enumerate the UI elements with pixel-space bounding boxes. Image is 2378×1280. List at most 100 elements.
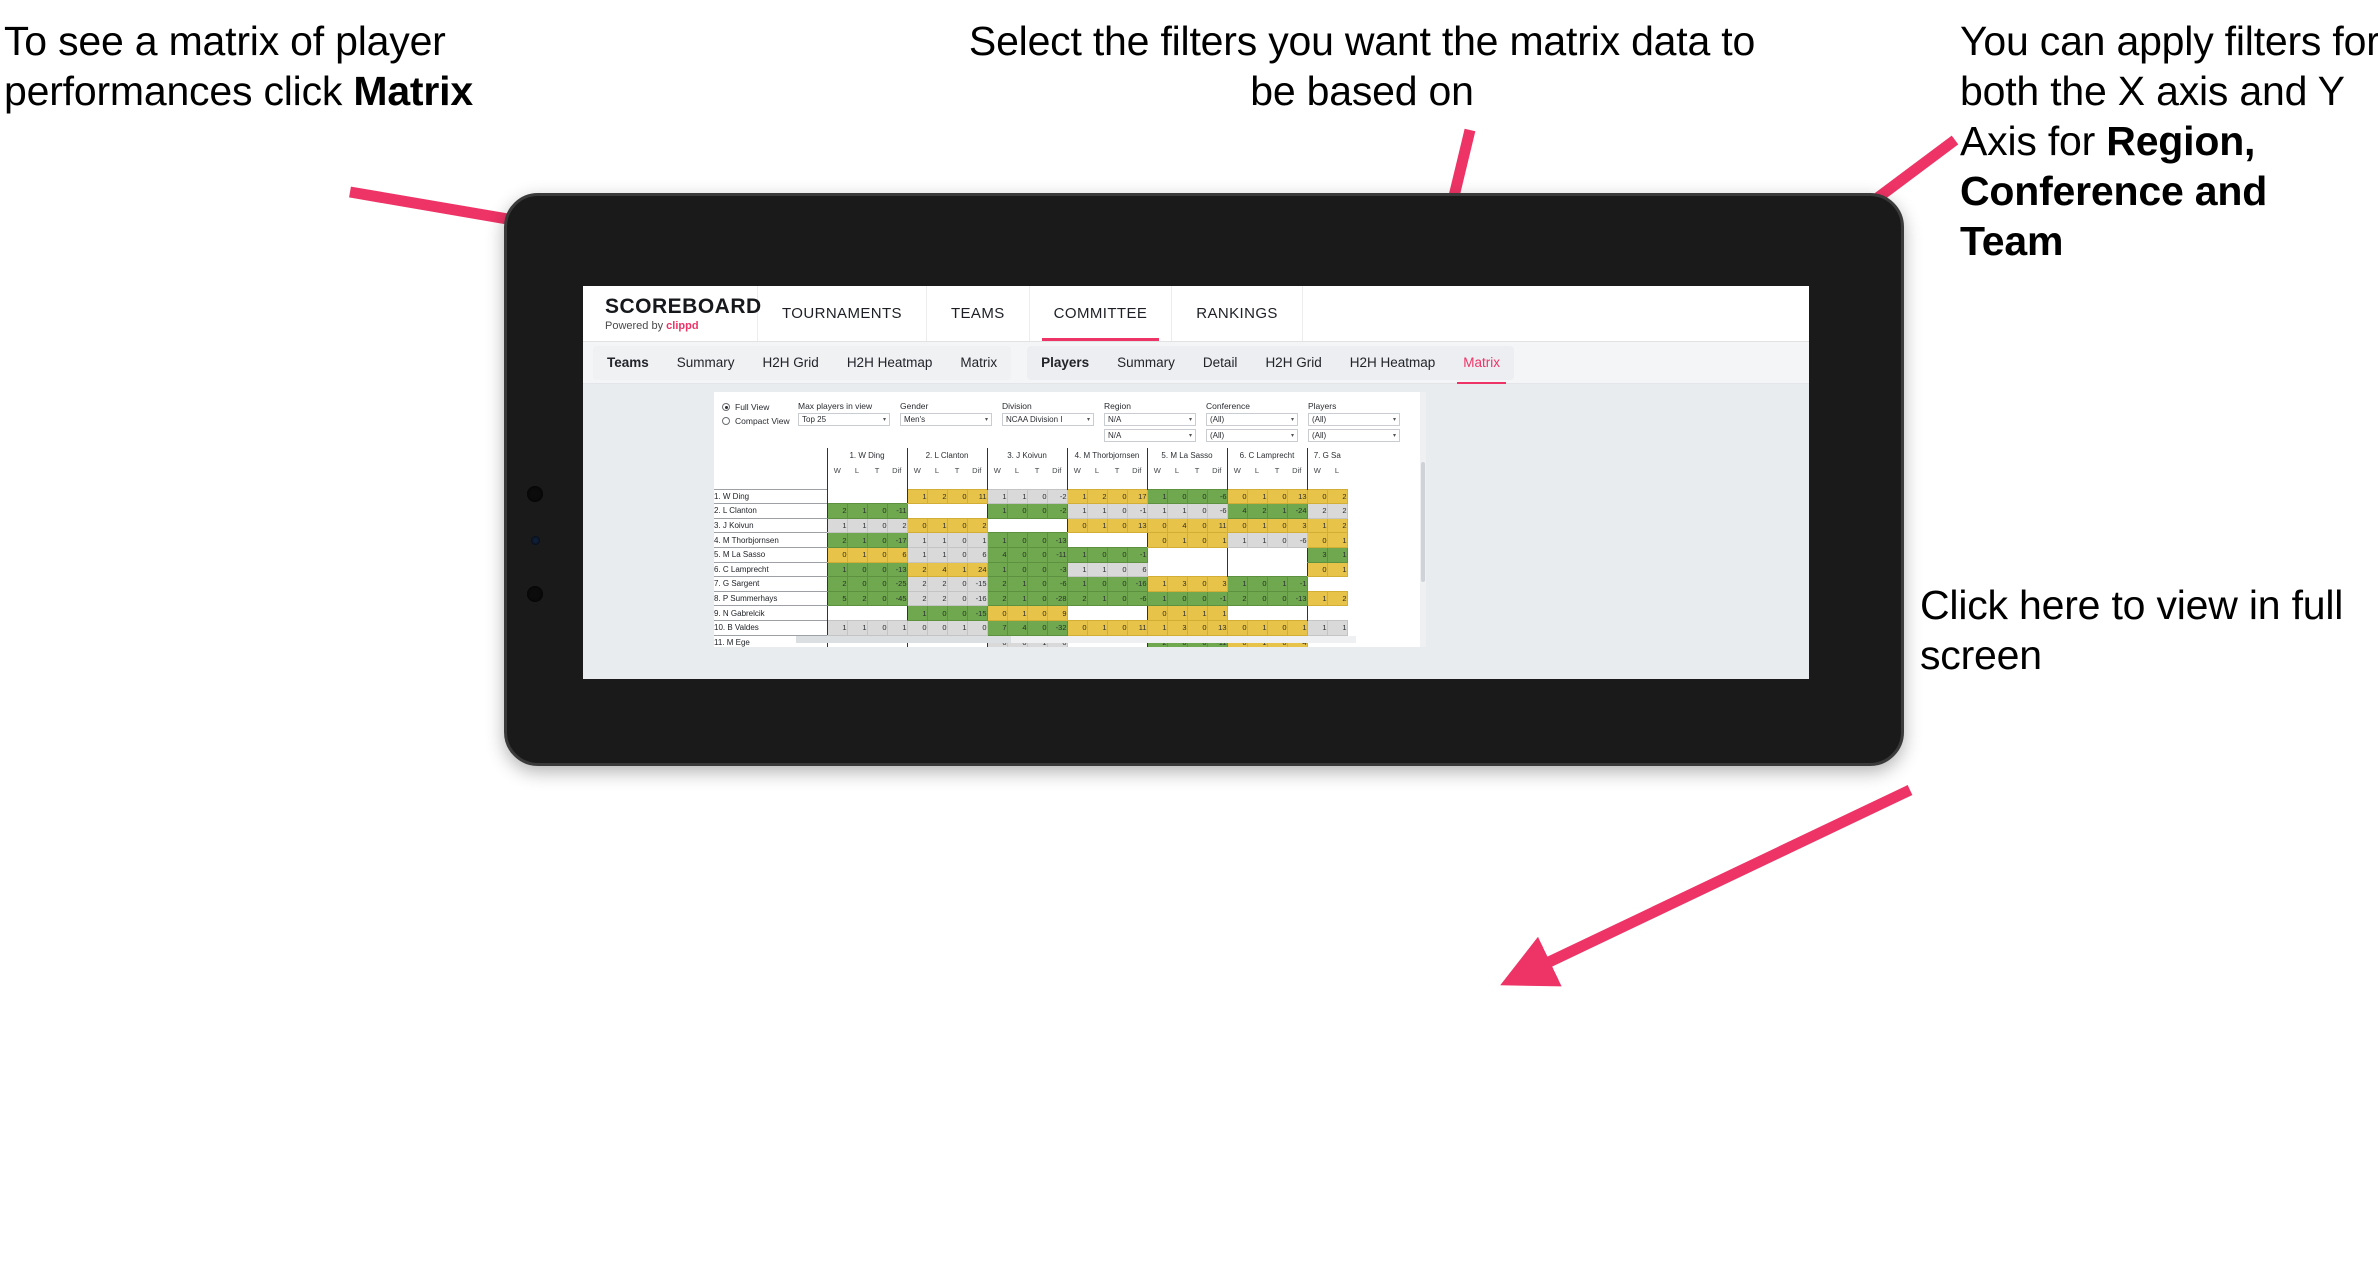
tab-players-h2h-grid[interactable]: H2H Grid bbox=[1251, 346, 1335, 380]
matrix-cell[interactable]: 0 bbox=[1266, 619, 1288, 636]
matrix-cell[interactable]: 1 bbox=[1146, 576, 1168, 592]
tab-teams-summary[interactable]: Summary bbox=[663, 346, 749, 380]
matrix-cell[interactable]: -3 bbox=[1046, 561, 1068, 578]
matrix-row-label[interactable]: 8. P Summerhays bbox=[714, 590, 827, 606]
matrix-cell[interactable]: 0 bbox=[1106, 546, 1128, 563]
matrix-cell[interactable]: 4 bbox=[1226, 503, 1248, 519]
matrix-cell[interactable]: 1 bbox=[1146, 619, 1168, 636]
matrix-cell[interactable]: 1 bbox=[1146, 488, 1168, 505]
matrix-cell[interactable] bbox=[1187, 562, 1207, 577]
matrix-cell[interactable]: 1 bbox=[986, 561, 1008, 578]
matrix-cell[interactable] bbox=[1226, 547, 1247, 563]
matrix-cell[interactable]: 0 bbox=[866, 503, 888, 519]
matrix-cell[interactable] bbox=[967, 503, 987, 519]
matrix-cell[interactable]: 1 bbox=[906, 488, 928, 505]
matrix-cell[interactable]: 0 bbox=[1006, 546, 1028, 563]
matrix-cell[interactable]: 0 bbox=[1226, 517, 1248, 534]
matrix-cell[interactable]: 3 bbox=[1166, 576, 1188, 592]
matrix-cell[interactable]: 0 bbox=[1026, 619, 1048, 636]
matrix-cell[interactable]: 0 bbox=[926, 619, 948, 636]
matrix-cell[interactable] bbox=[1327, 605, 1347, 621]
dropdown-players-y[interactable]: (All) ▾ bbox=[1308, 429, 1400, 442]
matrix-cell[interactable]: 1 bbox=[1066, 503, 1088, 519]
matrix-cell[interactable] bbox=[1247, 547, 1267, 563]
matrix-cell[interactable]: 0 bbox=[1186, 619, 1208, 636]
matrix-cell[interactable]: 0 bbox=[846, 561, 868, 578]
matrix-cell[interactable]: 1 bbox=[1146, 503, 1168, 519]
matrix-cell[interactable]: 1 bbox=[986, 532, 1008, 548]
matrix-cell[interactable]: 1 bbox=[826, 561, 848, 578]
matrix-cell[interactable] bbox=[1306, 605, 1327, 621]
matrix-cell[interactable]: 4 bbox=[1166, 517, 1188, 534]
tab-teams-h2h-heatmap[interactable]: H2H Heatmap bbox=[833, 346, 947, 380]
matrix-cell[interactable]: -13 bbox=[1286, 590, 1308, 607]
matrix-cell[interactable]: 0 bbox=[866, 546, 888, 563]
matrix-cell[interactable]: -1 bbox=[1126, 546, 1148, 563]
matrix-cell[interactable]: 3 bbox=[1286, 517, 1308, 534]
tab-players-detail[interactable]: Detail bbox=[1189, 346, 1252, 380]
matrix-cell[interactable]: 1 bbox=[826, 517, 848, 534]
matrix-cell[interactable] bbox=[1287, 562, 1307, 577]
matrix-cell[interactable]: 2 bbox=[1326, 488, 1348, 505]
matrix-cell[interactable]: 1 bbox=[1326, 532, 1348, 548]
matrix-cell[interactable]: -11 bbox=[1046, 546, 1068, 563]
matrix-cell[interactable]: 2 bbox=[906, 561, 928, 578]
matrix-cell[interactable]: 2 bbox=[1326, 503, 1348, 519]
matrix-row-label[interactable]: 2. L Clanton bbox=[714, 503, 827, 519]
matrix-cell[interactable]: 0 bbox=[1266, 488, 1288, 505]
matrix-cell[interactable]: 0 bbox=[1186, 488, 1208, 505]
matrix-cell[interactable]: 2 bbox=[926, 576, 948, 592]
matrix-cell[interactable] bbox=[887, 605, 907, 621]
matrix-cell[interactable] bbox=[927, 503, 947, 519]
matrix-cell[interactable]: 2 bbox=[1246, 503, 1268, 519]
matrix-cell[interactable]: 1 bbox=[1306, 590, 1328, 607]
matrix-cell[interactable]: 0 bbox=[906, 619, 928, 636]
dropdown-conference-x[interactable]: (All) ▾ bbox=[1206, 413, 1298, 426]
matrix-cell[interactable]: -25 bbox=[886, 576, 908, 592]
matrix-cell[interactable]: 1 bbox=[1066, 546, 1088, 563]
matrix-row-label[interactable]: 3. J Koivun bbox=[714, 517, 827, 533]
matrix-cell[interactable]: 3 bbox=[1166, 619, 1188, 636]
matrix-cell[interactable]: 0 bbox=[906, 517, 928, 534]
matrix-cell[interactable] bbox=[1066, 532, 1087, 548]
matrix-cell[interactable]: 0 bbox=[1106, 619, 1128, 636]
matrix-cell[interactable]: 1 bbox=[1006, 576, 1028, 592]
matrix-cell[interactable]: 2 bbox=[826, 576, 848, 592]
matrix-cell[interactable]: 0 bbox=[1006, 561, 1028, 578]
matrix-column-header[interactable]: 1. W Ding bbox=[826, 448, 907, 463]
matrix-column-header[interactable]: 6. C Lamprecht bbox=[1226, 448, 1307, 463]
matrix-cell[interactable]: 1 bbox=[1306, 619, 1328, 636]
matrix-cell[interactable]: 2 bbox=[926, 590, 948, 607]
matrix-cell[interactable]: 1 bbox=[1286, 619, 1308, 636]
matrix-cell[interactable]: 0 bbox=[1026, 532, 1048, 548]
matrix-cell[interactable] bbox=[1066, 605, 1087, 621]
matrix-cell[interactable]: 0 bbox=[866, 517, 888, 534]
matrix-cell[interactable]: 1 bbox=[946, 619, 968, 636]
matrix-cell[interactable]: 1 bbox=[1066, 488, 1088, 505]
matrix-cell[interactable]: 1 bbox=[1266, 503, 1288, 519]
matrix-cell[interactable]: 1 bbox=[1306, 517, 1328, 534]
matrix-cell[interactable]: 0 bbox=[1106, 561, 1128, 578]
matrix-cell[interactable]: 0 bbox=[1106, 576, 1128, 592]
matrix-cell[interactable] bbox=[1306, 576, 1327, 592]
matrix-cell[interactable]: 0 bbox=[1186, 503, 1208, 519]
matrix-cell[interactable]: 1 bbox=[1186, 605, 1208, 621]
dropdown-region-x[interactable]: N/A ▾ bbox=[1104, 413, 1196, 426]
tab-players-h2h-heatmap[interactable]: H2H Heatmap bbox=[1336, 346, 1450, 380]
matrix-cell[interactable]: 11 bbox=[1206, 517, 1228, 534]
matrix-cell[interactable]: -1 bbox=[1206, 590, 1228, 607]
matrix-cell[interactable] bbox=[1087, 605, 1107, 621]
matrix-cell[interactable]: -28 bbox=[1046, 590, 1068, 607]
matrix-cell[interactable]: 1 bbox=[1226, 576, 1248, 592]
matrix-column-header[interactable]: 2. L Clanton bbox=[906, 448, 987, 463]
matrix-cell[interactable]: 2 bbox=[846, 590, 868, 607]
matrix-cell[interactable]: 3 bbox=[1206, 576, 1228, 592]
matrix-cell[interactable]: 1 bbox=[1326, 561, 1348, 578]
matrix-cell[interactable]: 0 bbox=[1146, 605, 1168, 621]
matrix-cell[interactable]: 2 bbox=[886, 517, 908, 534]
tab-players-summary[interactable]: Summary bbox=[1103, 346, 1189, 380]
matrix-cell[interactable]: 1 bbox=[906, 546, 928, 563]
matrix-cell[interactable] bbox=[887, 489, 907, 504]
matrix-cell[interactable]: 0 bbox=[1306, 561, 1328, 578]
nav-item-teams[interactable]: TEAMS bbox=[927, 286, 1030, 341]
